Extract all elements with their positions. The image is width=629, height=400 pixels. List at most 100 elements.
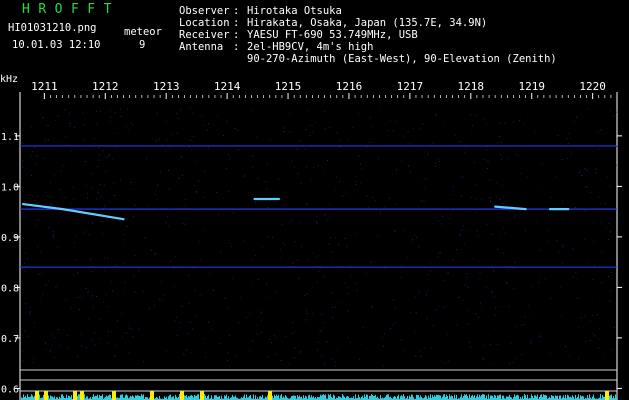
noise-speckle [157, 184, 159, 186]
noise-speckle [358, 155, 360, 157]
noise-speckle [298, 277, 300, 279]
noise-speckle [309, 134, 311, 136]
signal-strip-bar [131, 396, 132, 400]
noise-speckle [324, 170, 326, 172]
noise-speckle [43, 157, 45, 159]
noise-speckle [561, 200, 563, 202]
noise-speckle [57, 246, 59, 248]
signal-strip-bar [525, 395, 526, 400]
noise-speckle [438, 305, 440, 307]
noise-speckle [538, 281, 540, 283]
noise-speckle [472, 258, 474, 260]
noise-speckle [226, 120, 228, 122]
noise-speckle [475, 183, 477, 185]
signal-strip-bar [416, 394, 417, 400]
noise-speckle [168, 170, 170, 172]
signal-strip-bar [63, 396, 64, 400]
noise-speckle [420, 355, 422, 357]
noise-speckle [52, 236, 54, 238]
noise-speckle [238, 322, 240, 324]
signal-strip-bar [132, 395, 133, 400]
noise-speckle [486, 223, 488, 225]
noise-speckle [177, 117, 179, 119]
noise-speckle [502, 195, 504, 197]
noise-speckle [503, 252, 505, 254]
noise-speckle [74, 242, 76, 244]
noise-speckle [66, 334, 68, 336]
noise-speckle [401, 264, 403, 266]
signal-strip-bar [77, 396, 78, 400]
noise-speckle [85, 288, 87, 290]
signal-strip-bar [23, 394, 24, 400]
x-tick-label: 1216 [336, 80, 363, 93]
noise-speckle [440, 252, 442, 254]
signal-strip-bar [546, 395, 547, 400]
noise-speckle [269, 338, 271, 340]
noise-speckle [596, 314, 598, 316]
noise-speckle [585, 170, 587, 172]
signal-strip-bar [320, 394, 321, 400]
signal-strip-peak [80, 391, 84, 400]
noise-speckle [335, 176, 337, 178]
noise-speckle [76, 260, 78, 262]
noise-speckle [426, 317, 428, 319]
noise-speckle [512, 362, 514, 364]
noise-speckle [444, 124, 446, 126]
noise-speckle [317, 165, 319, 167]
noise-speckle [103, 257, 105, 259]
signal-strip-bar [244, 394, 245, 400]
noise-speckle [225, 167, 227, 169]
noise-speckle [497, 248, 499, 250]
noise-speckle [556, 240, 558, 242]
noise-speckle [322, 276, 324, 278]
noise-speckle [74, 259, 76, 261]
noise-speckle [84, 140, 86, 142]
signal-strip-bar [582, 395, 583, 400]
noise-speckle [586, 186, 588, 188]
noise-speckle [592, 240, 594, 242]
signal-strip-bar [516, 395, 517, 400]
noise-speckle [502, 203, 504, 205]
noise-speckle [501, 185, 503, 187]
noise-speckle [315, 221, 317, 223]
noise-speckle [249, 349, 251, 351]
noise-speckle [598, 328, 600, 330]
noise-speckle [49, 350, 51, 352]
noise-speckle [404, 350, 406, 352]
noise-speckle [37, 202, 39, 204]
noise-speckle [227, 352, 229, 354]
noise-speckle [204, 229, 206, 231]
noise-speckle [597, 338, 599, 340]
noise-speckle [293, 357, 295, 359]
signal-strip-bar [188, 396, 189, 400]
noise-speckle [77, 356, 79, 358]
noise-speckle [208, 123, 210, 125]
noise-speckle [283, 131, 285, 133]
noise-speckle [496, 182, 498, 184]
noise-speckle [22, 238, 24, 240]
signal-strip-bar [97, 394, 98, 400]
noise-speckle [305, 129, 307, 131]
signal-strip-bar [299, 395, 300, 400]
noise-speckle [461, 195, 463, 197]
noise-speckle [585, 340, 587, 342]
noise-speckle [410, 312, 412, 314]
noise-speckle [114, 112, 116, 114]
y-tick-label: 1.0 [1, 182, 19, 193]
noise-speckle [539, 249, 541, 251]
signal-strip-bar [143, 394, 144, 400]
noise-speckle [468, 341, 470, 343]
noise-speckle [234, 355, 236, 357]
noise-speckle [110, 121, 112, 123]
noise-speckle [228, 242, 230, 244]
noise-speckle [482, 158, 484, 160]
noise-speckle [274, 335, 276, 337]
signal-strip-bar [563, 395, 564, 400]
signal-strip-bar [325, 394, 326, 400]
noise-speckle [489, 179, 491, 181]
noise-speckle [108, 200, 110, 202]
noise-speckle [164, 150, 166, 152]
noise-speckle [392, 130, 394, 132]
noise-speckle [271, 341, 273, 343]
noise-speckle [329, 202, 331, 204]
